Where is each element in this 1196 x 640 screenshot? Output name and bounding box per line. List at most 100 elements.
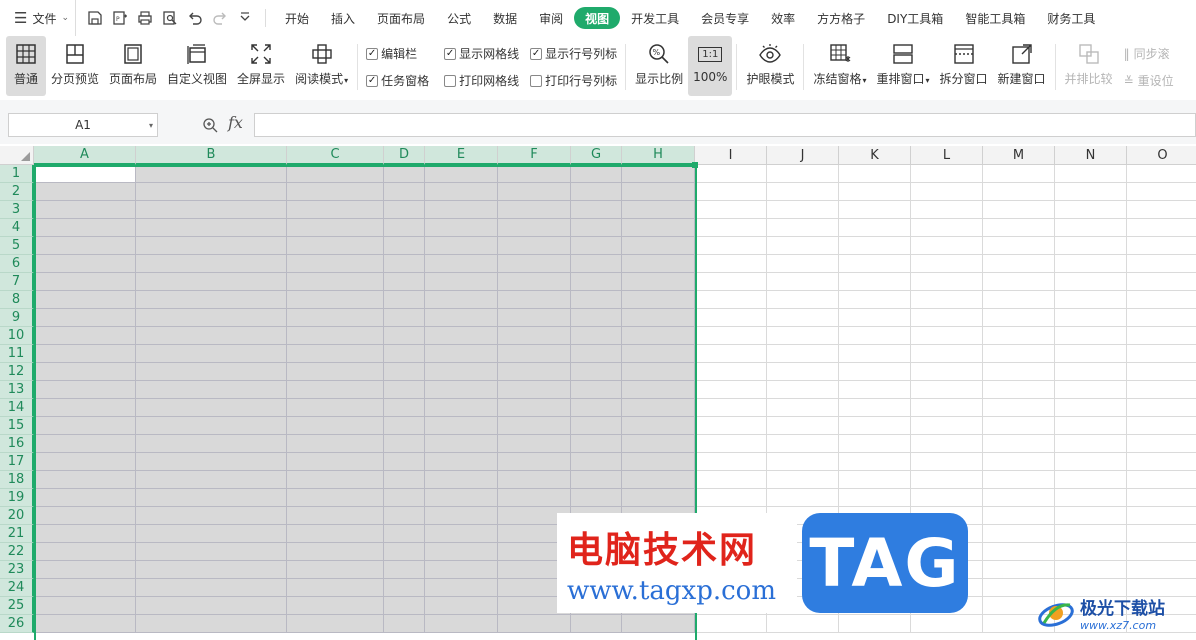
cell[interactable] xyxy=(571,381,622,399)
custom-view-button[interactable]: 自定义视图 xyxy=(162,36,232,96)
cell[interactable] xyxy=(983,453,1055,471)
cell[interactable] xyxy=(622,219,695,237)
column-header[interactable]: O xyxy=(1127,146,1196,165)
cell[interactable] xyxy=(1127,417,1196,435)
cell[interactable] xyxy=(839,309,911,327)
formula-zoom-button[interactable] xyxy=(200,114,220,136)
cell[interactable] xyxy=(498,471,571,489)
cell[interactable] xyxy=(1055,453,1127,471)
cell[interactable] xyxy=(425,363,498,381)
cell[interactable] xyxy=(911,273,983,291)
cell[interactable] xyxy=(1127,489,1196,507)
row-header[interactable]: 8 xyxy=(0,291,34,309)
cell[interactable] xyxy=(34,381,136,399)
cell[interactable] xyxy=(287,417,384,435)
cell[interactable] xyxy=(911,309,983,327)
cell[interactable] xyxy=(425,561,498,579)
row-header[interactable]: 14 xyxy=(0,399,34,417)
cell[interactable] xyxy=(911,219,983,237)
cell[interactable] xyxy=(571,453,622,471)
cell[interactable] xyxy=(911,327,983,345)
cell[interactable] xyxy=(384,363,425,381)
cell[interactable] xyxy=(287,291,384,309)
row-header[interactable]: 4 xyxy=(0,219,34,237)
cell[interactable] xyxy=(911,489,983,507)
cell[interactable] xyxy=(384,165,425,183)
cell[interactable] xyxy=(839,291,911,309)
cell[interactable] xyxy=(34,471,136,489)
cell[interactable] xyxy=(767,417,839,435)
cell[interactable] xyxy=(767,237,839,255)
cell[interactable] xyxy=(1127,507,1196,525)
cell[interactable] xyxy=(384,435,425,453)
cell[interactable] xyxy=(498,453,571,471)
cell[interactable] xyxy=(498,291,571,309)
cell[interactable] xyxy=(695,201,767,219)
cell[interactable] xyxy=(695,237,767,255)
cell[interactable] xyxy=(767,363,839,381)
normal-view-button[interactable]: 普通 xyxy=(6,36,46,96)
row-header[interactable]: 16 xyxy=(0,435,34,453)
cell[interactable] xyxy=(136,615,287,633)
cell[interactable] xyxy=(622,417,695,435)
freeze-panes-button[interactable]: 冻结窗格▾ xyxy=(808,36,871,96)
cell[interactable] xyxy=(695,183,767,201)
cell[interactable] xyxy=(136,417,287,435)
cell[interactable] xyxy=(839,453,911,471)
cell[interactable] xyxy=(136,453,287,471)
cell[interactable] xyxy=(695,615,767,633)
cell[interactable] xyxy=(1127,399,1196,417)
cell[interactable] xyxy=(622,615,695,633)
eye-protection-button[interactable]: 护眼模式 xyxy=(741,36,799,96)
cell[interactable] xyxy=(34,183,136,201)
cell[interactable] xyxy=(425,489,498,507)
cell[interactable] xyxy=(839,219,911,237)
cell[interactable] xyxy=(1127,543,1196,561)
column-header[interactable]: A xyxy=(34,146,136,165)
cell[interactable] xyxy=(695,273,767,291)
cell[interactable] xyxy=(384,399,425,417)
cell[interactable] xyxy=(498,615,571,633)
tab-7[interactable]: 开发工具 xyxy=(620,7,690,29)
cell[interactable] xyxy=(425,309,498,327)
cell[interactable] xyxy=(1055,363,1127,381)
cell[interactable] xyxy=(384,183,425,201)
cell[interactable] xyxy=(622,399,695,417)
cell[interactable] xyxy=(1127,381,1196,399)
cell[interactable] xyxy=(498,201,571,219)
cell[interactable] xyxy=(498,183,571,201)
cell[interactable] xyxy=(287,219,384,237)
cell[interactable] xyxy=(622,345,695,363)
cell[interactable] xyxy=(622,201,695,219)
cell[interactable] xyxy=(136,345,287,363)
cell[interactable] xyxy=(911,255,983,273)
cell[interactable] xyxy=(1127,273,1196,291)
cell[interactable] xyxy=(695,165,767,183)
cell[interactable] xyxy=(136,471,287,489)
cell[interactable] xyxy=(136,543,287,561)
cell[interactable] xyxy=(622,453,695,471)
cell[interactable] xyxy=(34,237,136,255)
cell[interactable] xyxy=(1055,255,1127,273)
cell[interactable] xyxy=(767,165,839,183)
cell[interactable] xyxy=(1055,489,1127,507)
cell[interactable] xyxy=(384,201,425,219)
cell[interactable] xyxy=(767,381,839,399)
cell[interactable] xyxy=(767,345,839,363)
cell[interactable] xyxy=(34,201,136,219)
cell[interactable] xyxy=(384,345,425,363)
cell[interactable] xyxy=(384,309,425,327)
cell[interactable] xyxy=(767,255,839,273)
cell[interactable] xyxy=(1055,345,1127,363)
tab-12[interactable]: 智能工具箱 xyxy=(954,7,1036,29)
tab-4[interactable]: 数据 xyxy=(482,7,528,29)
cell[interactable] xyxy=(622,237,695,255)
cell[interactable] xyxy=(695,435,767,453)
cell[interactable] xyxy=(136,363,287,381)
cell[interactable] xyxy=(839,345,911,363)
row-header[interactable]: 9 xyxy=(0,309,34,327)
cell[interactable] xyxy=(498,219,571,237)
cell[interactable] xyxy=(767,453,839,471)
cell[interactable] xyxy=(34,489,136,507)
row-header[interactable]: 17 xyxy=(0,453,34,471)
